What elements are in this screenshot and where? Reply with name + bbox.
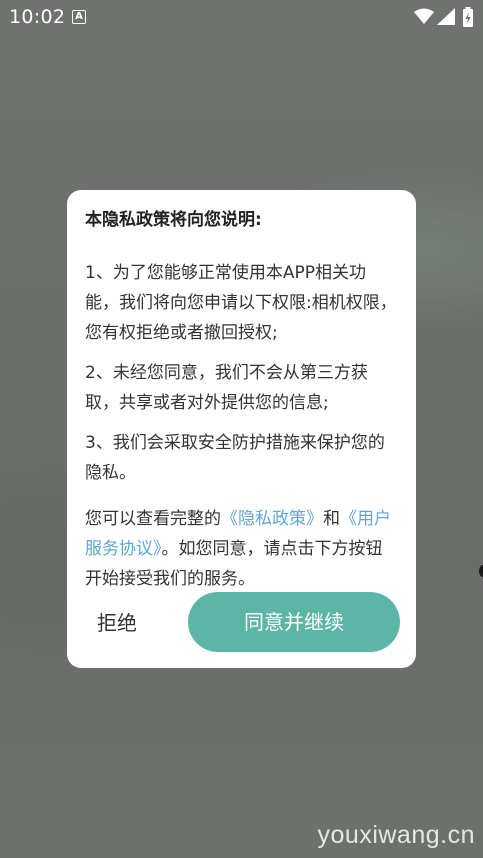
- dialog-title: 本隐私政策将向您说明:: [85, 210, 262, 230]
- links-and: 和: [323, 509, 340, 529]
- signal-icon: [437, 8, 455, 25]
- notification-a-icon: A: [72, 10, 86, 24]
- edge-marker: [479, 565, 483, 577]
- battery-icon: [463, 7, 473, 27]
- privacy-dialog: 本隐私政策将向您说明: 1、为了您能够正常使用本APP相关功能，我们将向您申请以…: [67, 190, 416, 668]
- watermark-text: youxiwang.cn: [317, 821, 475, 849]
- links-paragraph: 您可以查看完整的《隐私政策》和《用户服务协议》。如您同意，请点击下方按钮开始接受…: [85, 504, 398, 594]
- privacy-policy-link[interactable]: 《隐私政策》: [221, 509, 323, 529]
- status-bar: 10:02 A: [0, 0, 483, 36]
- reject-button[interactable]: 拒绝: [97, 606, 177, 640]
- button-row: 拒绝 同意并继续: [67, 592, 416, 654]
- status-time: 10:02: [9, 6, 66, 28]
- security-paragraph: 3、我们会采取安全防护措施来保护您的隐私。: [85, 433, 385, 483]
- agree-continue-button[interactable]: 同意并继续: [188, 592, 400, 652]
- wifi-icon: [414, 8, 434, 24]
- permission-paragraph: 1、为了您能够正常使用本APP相关功能，我们将向您申请以下权限:相机权限，您有权…: [85, 263, 397, 343]
- third-party-paragraph: 2、未经您同意，我们不会从第三方获取，共享或者对外提供您的信息;: [85, 363, 368, 413]
- links-prefix: 您可以查看完整的: [85, 509, 221, 529]
